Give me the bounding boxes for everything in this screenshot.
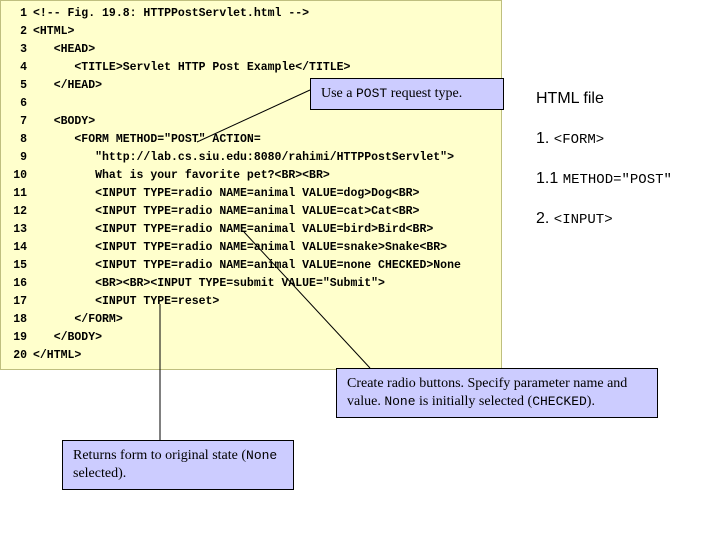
code-line: 11 <INPUT TYPE=radio NAME=animal VALUE=d… bbox=[1, 185, 501, 203]
code-line: 10 What is your favorite pet?<BR><BR> bbox=[1, 167, 501, 185]
code-line: 16 <BR><BR><INPUT TYPE=submit VALUE="Sub… bbox=[1, 275, 501, 293]
callout-radio: Create radio buttons. Specify parameter … bbox=[336, 368, 658, 418]
code-line: 18 </FORM> bbox=[1, 311, 501, 329]
code-block: 1<!-- Fig. 19.8: HTTPPostServlet.html --… bbox=[0, 0, 502, 370]
code-line: 17 <INPUT TYPE=reset> bbox=[1, 293, 501, 311]
code-line: 7 <BODY> bbox=[1, 113, 501, 131]
code-line: 4 <TITLE>Servlet HTTP Post Example</TITL… bbox=[1, 59, 501, 77]
code-line: 20</HTML> bbox=[1, 347, 501, 365]
code-line: 9 "http://lab.cs.siu.edu:8080/rahimi/HTT… bbox=[1, 149, 501, 167]
callout-post: Use a POST request type. bbox=[310, 78, 504, 110]
annotation-input: 2. <INPUT> bbox=[536, 210, 613, 228]
code-line: 12 <INPUT TYPE=radio NAME=animal VALUE=c… bbox=[1, 203, 501, 221]
code-line: 13 <INPUT TYPE=radio NAME=animal VALUE=b… bbox=[1, 221, 501, 239]
code-line: 2<HTML> bbox=[1, 23, 501, 41]
code-line: 14 <INPUT TYPE=radio NAME=animal VALUE=s… bbox=[1, 239, 501, 257]
code-line: 8 <FORM METHOD="POST" ACTION= bbox=[1, 131, 501, 149]
code-line: 3 <HEAD> bbox=[1, 41, 501, 59]
code-line: 19 </BODY> bbox=[1, 329, 501, 347]
code-line: 15 <INPUT TYPE=radio NAME=animal VALUE=n… bbox=[1, 257, 501, 275]
callout-reset: Returns form to original state (None sel… bbox=[62, 440, 294, 490]
annotation-method: 1.1 METHOD="POST" bbox=[536, 170, 672, 188]
annotation-form: 1. <FORM> bbox=[536, 130, 604, 148]
annotation-html-file: HTML file bbox=[536, 90, 604, 108]
code-line: 1<!-- Fig. 19.8: HTTPPostServlet.html --… bbox=[1, 5, 501, 23]
